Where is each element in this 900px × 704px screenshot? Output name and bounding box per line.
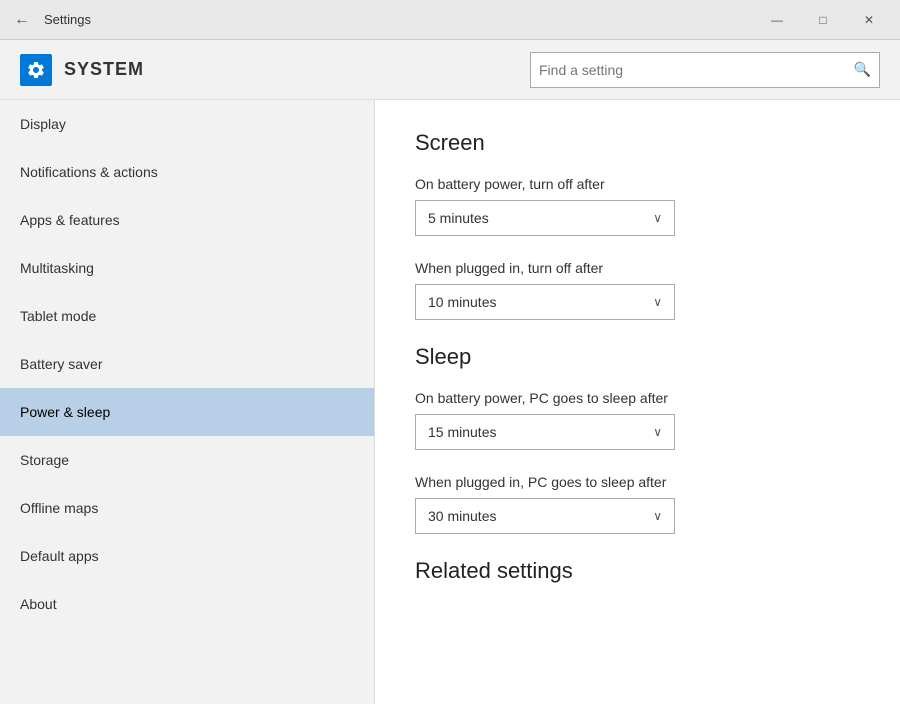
back-icon: ← — [14, 11, 30, 29]
chevron-down-icon: ∨ — [653, 211, 662, 225]
title-bar-title: Settings — [44, 12, 91, 27]
related-title: Related settings — [415, 558, 860, 584]
back-button[interactable]: ← — [8, 6, 36, 34]
sleep-section: Sleep On battery power, PC goes to sleep… — [415, 344, 860, 534]
sleep-battery-value: 15 minutes — [428, 424, 496, 440]
sleep-plugged-value: 30 minutes — [428, 508, 496, 524]
sidebar-item-power-sleep[interactable]: Power & sleep — [0, 388, 374, 436]
gear-icon — [26, 60, 46, 80]
chevron-down-icon-2: ∨ — [653, 295, 662, 309]
related-section: Related settings — [415, 558, 860, 584]
content-area: Screen On battery power, turn off after … — [375, 100, 900, 704]
sleep-title: Sleep — [415, 344, 860, 370]
sidebar: DisplayNotifications & actionsApps & fea… — [0, 100, 375, 704]
sleep-plugged-dropdown[interactable]: 30 minutes ∨ — [415, 498, 675, 534]
sidebar-item-apps-features[interactable]: Apps & features — [0, 196, 374, 244]
search-input[interactable] — [539, 62, 854, 78]
system-icon — [20, 54, 52, 86]
sidebar-item-offline-maps[interactable]: Offline maps — [0, 484, 374, 532]
sleep-battery-label: On battery power, PC goes to sleep after — [415, 390, 860, 406]
sidebar-item-tablet-mode[interactable]: Tablet mode — [0, 292, 374, 340]
sidebar-item-notifications[interactable]: Notifications & actions — [0, 148, 374, 196]
sidebar-item-multitasking[interactable]: Multitasking — [0, 244, 374, 292]
minimize-button[interactable]: — — [754, 0, 800, 40]
sleep-plugged-label: When plugged in, PC goes to sleep after — [415, 474, 860, 490]
sleep-battery-dropdown[interactable]: 15 minutes ∨ — [415, 414, 675, 450]
maximize-icon: □ — [819, 13, 826, 27]
maximize-button[interactable]: □ — [800, 0, 846, 40]
minimize-icon: — — [771, 13, 783, 27]
chevron-down-icon-3: ∨ — [653, 425, 662, 439]
sidebar-item-about[interactable]: About — [0, 580, 374, 628]
screen-battery-value: 5 minutes — [428, 210, 489, 226]
screen-plugged-dropdown[interactable]: 10 minutes ∨ — [415, 284, 675, 320]
screen-battery-label: On battery power, turn off after — [415, 176, 860, 192]
sidebar-item-battery-saver[interactable]: Battery saver — [0, 340, 374, 388]
title-bar: ← Settings — □ ✕ — [0, 0, 900, 40]
search-box[interactable]: 🔍 — [530, 52, 880, 88]
chevron-down-icon-4: ∨ — [653, 509, 662, 523]
main-layout: DisplayNotifications & actionsApps & fea… — [0, 100, 900, 704]
search-icon: 🔍 — [854, 61, 871, 78]
screen-section: Screen On battery power, turn off after … — [415, 130, 860, 320]
close-icon: ✕ — [864, 13, 874, 27]
screen-plugged-value: 10 minutes — [428, 294, 496, 310]
sidebar-item-storage[interactable]: Storage — [0, 436, 374, 484]
close-button[interactable]: ✕ — [846, 0, 892, 40]
screen-plugged-label: When plugged in, turn off after — [415, 260, 860, 276]
screen-battery-dropdown[interactable]: 5 minutes ∨ — [415, 200, 675, 236]
window-controls: — □ ✕ — [754, 0, 892, 40]
screen-title: Screen — [415, 130, 860, 156]
sidebar-item-default-apps[interactable]: Default apps — [0, 532, 374, 580]
header-title: SYSTEM — [64, 59, 144, 80]
sidebar-item-display[interactable]: Display — [0, 100, 374, 148]
header: SYSTEM 🔍 — [0, 40, 900, 100]
